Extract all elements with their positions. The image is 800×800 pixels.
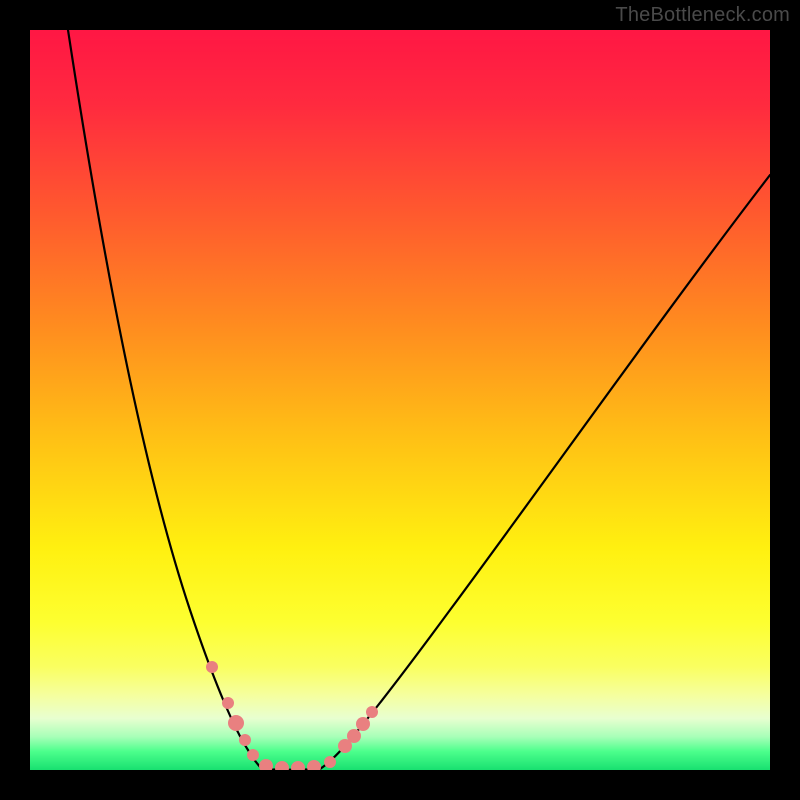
marker-point <box>222 697 234 709</box>
marker-point <box>228 715 244 731</box>
chart-svg <box>30 30 770 770</box>
marker-point <box>247 749 259 761</box>
marker-point <box>324 756 336 768</box>
gradient-background <box>30 30 770 770</box>
marker-point <box>356 717 370 731</box>
watermark-text: TheBottleneck.com <box>615 4 790 27</box>
marker-point <box>366 706 378 718</box>
chart-frame: TheBottleneck.com <box>0 0 800 800</box>
marker-point <box>347 729 361 743</box>
marker-point <box>206 661 218 673</box>
marker-point <box>239 734 251 746</box>
plot-area <box>30 30 770 770</box>
